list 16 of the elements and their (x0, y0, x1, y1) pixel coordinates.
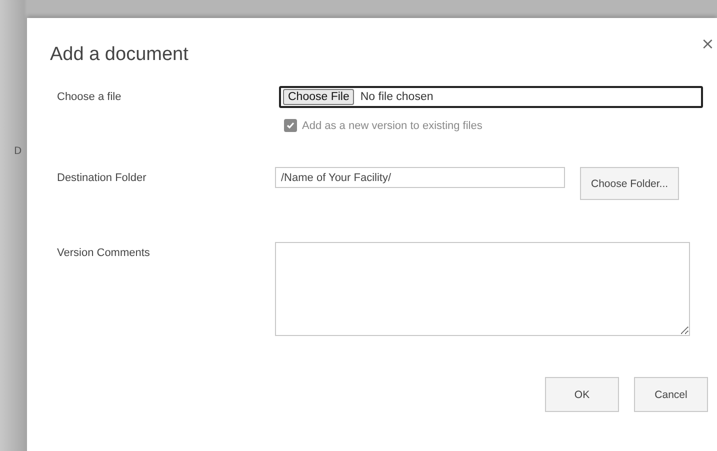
cancel-button[interactable]: Cancel (634, 377, 708, 412)
folder-input-field[interactable]: /Name of Your Facility/ (275, 167, 565, 188)
ok-button[interactable]: OK (545, 377, 619, 412)
check-icon (286, 121, 295, 130)
field-label: Destination Folder (56, 171, 148, 184)
file-input-field[interactable]: Choose File No file chosen (279, 86, 703, 108)
file-status-text: No file chosen (360, 91, 434, 103)
choose-folder-button[interactable]: Choose Folder... (580, 167, 680, 200)
close-button[interactable]: × (699, 34, 716, 53)
field-label: Choose a file (56, 90, 122, 103)
checkbox-label: Add as a new version to existing files (302, 120, 482, 132)
background-text: D (14, 146, 22, 157)
dialog-title: Add a document (50, 44, 190, 66)
comments-field[interactable] (275, 242, 690, 336)
choose-file-button[interactable]: Choose File (283, 89, 354, 105)
field-label: Version Comments (56, 246, 151, 259)
